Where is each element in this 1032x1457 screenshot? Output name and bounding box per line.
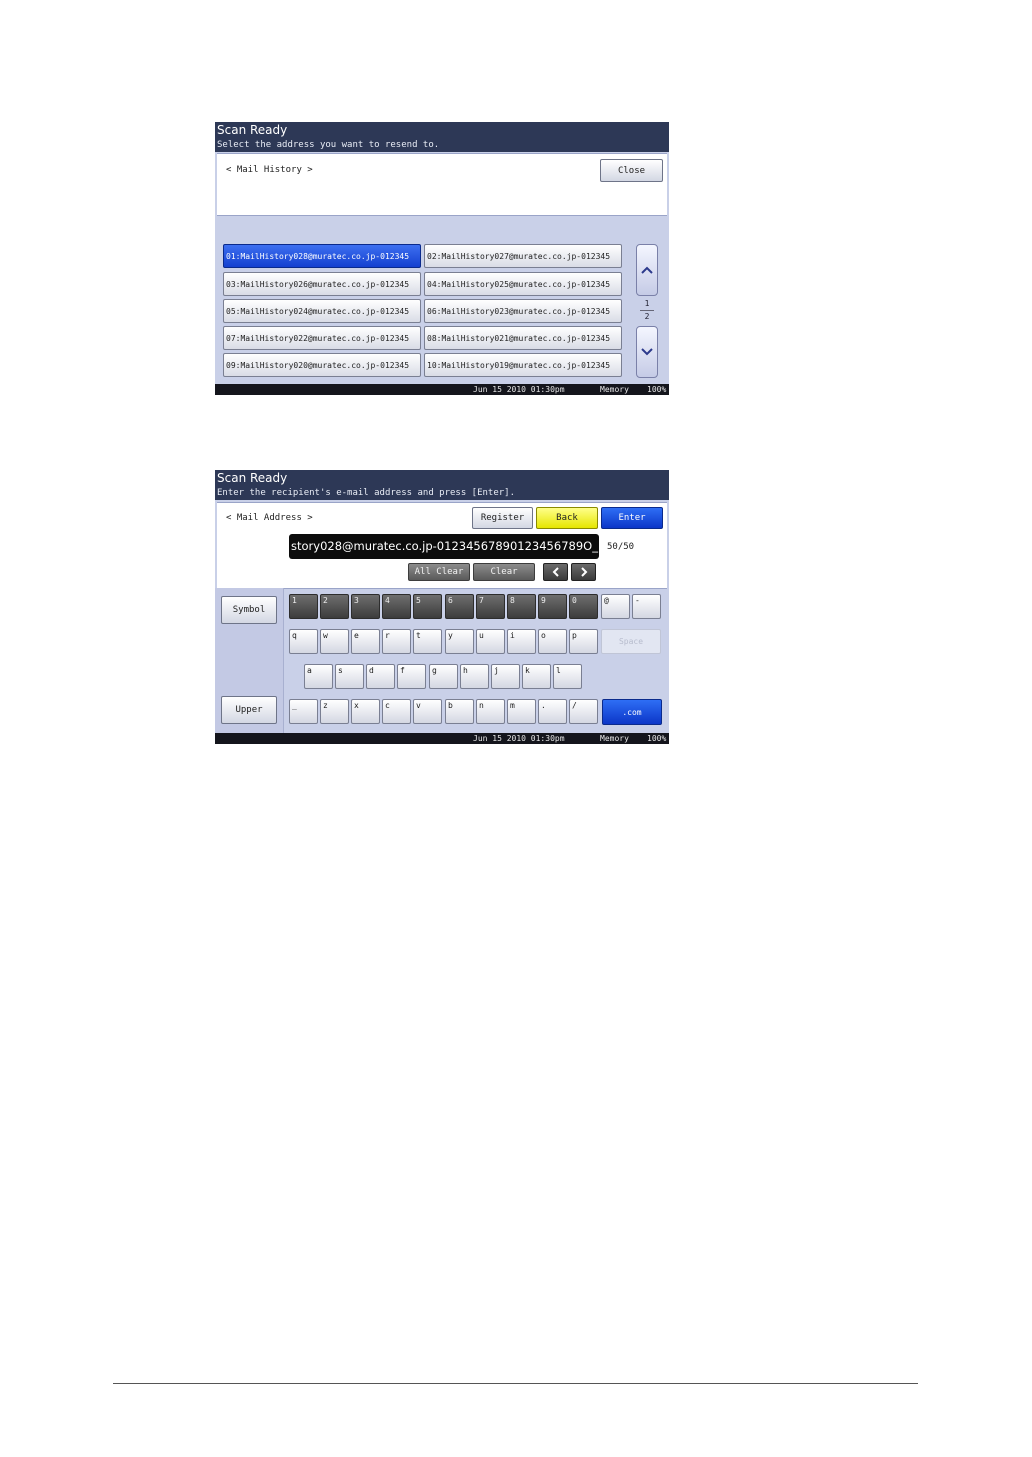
key[interactable]: e bbox=[351, 629, 380, 654]
screen-instruction: Enter the recipient's e-mail address and… bbox=[217, 488, 516, 498]
clear-button[interactable]: Clear bbox=[473, 563, 535, 581]
mail-address-screen: Scan Ready Enter the recipient's e-mail … bbox=[215, 470, 669, 744]
scroll-up-button[interactable] bbox=[636, 244, 658, 296]
key[interactable]: v bbox=[413, 699, 442, 724]
close-button[interactable]: Close bbox=[600, 159, 663, 182]
key[interactable]: g bbox=[429, 664, 458, 689]
space-key: Space bbox=[601, 629, 661, 654]
key[interactable]: 9 bbox=[538, 594, 567, 619]
screen-title: Scan Ready bbox=[217, 471, 288, 485]
key[interactable]: h bbox=[460, 664, 489, 689]
key[interactable]: d bbox=[366, 664, 395, 689]
key[interactable]: . bbox=[538, 699, 567, 724]
history-item[interactable]: 02:MailHistory027@muratec.co.jp-012345 bbox=[424, 244, 622, 268]
history-item[interactable]: 01:MailHistory028@muratec.co.jp-012345 bbox=[223, 244, 421, 268]
character-counter: 50/50 bbox=[607, 542, 635, 552]
key[interactable]: z bbox=[320, 699, 349, 724]
history-item[interactable]: 07:MailHistory022@muratec.co.jp-012345 bbox=[223, 326, 421, 350]
key[interactable]: 2 bbox=[320, 594, 349, 619]
key[interactable]: t bbox=[413, 629, 442, 654]
key[interactable]: - bbox=[632, 594, 661, 619]
key[interactable]: x bbox=[351, 699, 380, 724]
key[interactable]: 6 bbox=[445, 594, 474, 619]
status-memory-label: Memory bbox=[600, 734, 629, 743]
screen-instruction: Select the address you want to resend to… bbox=[217, 140, 440, 150]
history-item[interactable]: 10:MailHistory019@muratec.co.jp-012345 bbox=[424, 353, 622, 377]
key[interactable]: w bbox=[320, 629, 349, 654]
status-memory-value: 100% bbox=[647, 734, 667, 743]
header-panel: < Mail History > Close bbox=[217, 153, 667, 216]
status-memory-value: 100% bbox=[647, 385, 667, 394]
page-total: 2 bbox=[644, 312, 650, 321]
key[interactable]: @ bbox=[601, 594, 630, 619]
chevron-left-icon bbox=[552, 567, 559, 577]
key[interactable]: a bbox=[304, 664, 333, 689]
history-item[interactable]: 04:MailHistory025@muratec.co.jp-012345 bbox=[424, 272, 622, 296]
key[interactable]: k bbox=[522, 664, 551, 689]
all-clear-button[interactable]: All Clear bbox=[408, 563, 470, 581]
back-button[interactable]: Back bbox=[536, 507, 598, 529]
status-bar: Jun 15 2010 01:30pm Memory 100% bbox=[215, 384, 669, 395]
footer-rule bbox=[113, 1383, 918, 1384]
key[interactable]: r bbox=[382, 629, 411, 654]
key[interactable]: l bbox=[553, 664, 582, 689]
key[interactable]: 1 bbox=[289, 594, 318, 619]
scroll-down-button[interactable] bbox=[636, 326, 658, 378]
key[interactable]: p bbox=[569, 629, 598, 654]
chevron-down-icon bbox=[641, 348, 653, 356]
key[interactable]: i bbox=[507, 629, 536, 654]
breadcrumb: < Mail History > bbox=[226, 165, 313, 175]
history-item[interactable]: 09:MailHistory020@muratec.co.jp-012345 bbox=[223, 353, 421, 377]
status-bar: Jun 15 2010 01:30pm Memory 100% bbox=[215, 733, 669, 744]
key[interactable]: s bbox=[335, 664, 364, 689]
history-item[interactable]: 08:MailHistory021@muratec.co.jp-012345 bbox=[424, 326, 622, 350]
history-item[interactable]: 05:MailHistory024@muratec.co.jp-012345 bbox=[223, 299, 421, 323]
key[interactable]: n bbox=[476, 699, 505, 724]
page-current: 1 bbox=[644, 299, 650, 308]
email-address-input[interactable]: story028@muratec.co.jp-01234567890123456… bbox=[289, 534, 599, 559]
key[interactable]: j bbox=[491, 664, 520, 689]
key[interactable]: b bbox=[445, 699, 474, 724]
key[interactable]: o bbox=[538, 629, 567, 654]
history-item[interactable]: 06:MailHistory023@muratec.co.jp-012345 bbox=[424, 299, 622, 323]
key[interactable]: 3 bbox=[351, 594, 380, 619]
key[interactable]: m bbox=[507, 699, 536, 724]
page-divider bbox=[640, 310, 654, 311]
key[interactable]: q bbox=[289, 629, 318, 654]
cursor-left-button[interactable] bbox=[543, 563, 568, 581]
chevron-right-icon bbox=[580, 567, 587, 577]
breadcrumb: < Mail Address > bbox=[226, 513, 313, 523]
dot-com-key[interactable]: .com bbox=[602, 699, 662, 725]
chevron-up-icon bbox=[641, 266, 653, 274]
screen-header: Scan Ready Select the address you want t… bbox=[215, 122, 669, 152]
enter-button[interactable]: Enter bbox=[601, 507, 663, 529]
key[interactable]: c bbox=[382, 699, 411, 724]
entry-panel: < Mail Address > Register Back Enter sto… bbox=[217, 502, 667, 589]
key[interactable]: _ bbox=[289, 699, 318, 724]
key[interactable]: 0 bbox=[569, 594, 598, 619]
upper-button[interactable]: Upper bbox=[221, 696, 277, 724]
key[interactable]: f bbox=[397, 664, 426, 689]
cursor-right-button[interactable] bbox=[571, 563, 596, 581]
screen-header: Scan Ready Enter the recipient's e-mail … bbox=[215, 470, 669, 500]
screen-title: Scan Ready bbox=[217, 123, 288, 137]
history-item[interactable]: 03:MailHistory026@muratec.co.jp-012345 bbox=[223, 272, 421, 296]
key[interactable]: y bbox=[445, 629, 474, 654]
register-button[interactable]: Register bbox=[472, 507, 533, 529]
key[interactable]: 5 bbox=[413, 594, 442, 619]
key[interactable]: / bbox=[569, 699, 598, 724]
status-datetime: Jun 15 2010 01:30pm bbox=[473, 385, 565, 394]
symbol-button[interactable]: Symbol bbox=[221, 596, 277, 624]
key[interactable]: 4 bbox=[382, 594, 411, 619]
status-memory-label: Memory bbox=[600, 385, 629, 394]
key[interactable]: 7 bbox=[476, 594, 505, 619]
mail-history-screen: Scan Ready Select the address you want t… bbox=[215, 122, 669, 395]
key[interactable]: u bbox=[476, 629, 505, 654]
key[interactable]: 8 bbox=[507, 594, 536, 619]
status-datetime: Jun 15 2010 01:30pm bbox=[473, 734, 565, 743]
